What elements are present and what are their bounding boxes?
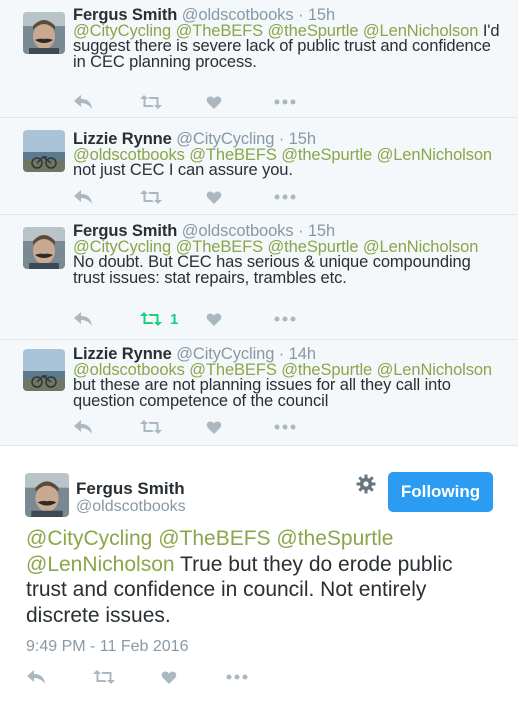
- mention-link[interactable]: @CityCycling: [26, 527, 152, 550]
- tweet-text: but these are not planning issues for al…: [73, 376, 451, 410]
- heart-icon[interactable]: [161, 667, 177, 687]
- heart-icon[interactable]: [206, 92, 222, 112]
- mention-link[interactable]: @LenNicholson: [26, 553, 175, 576]
- tweet-actions: [73, 92, 333, 112]
- retweet-icon[interactable]: [140, 187, 162, 207]
- tweet-actions: [73, 417, 333, 437]
- reply-content: Fergus Smith @oldscotbooks · 15h @CityCy…: [73, 223, 500, 287]
- more-dots-icon[interactable]: [274, 309, 296, 329]
- tweet-timestamp[interactable]: 9:49 PM - 11 Feb 2016: [26, 638, 188, 656]
- mention-link[interactable]: @theSpurtle: [281, 146, 372, 164]
- reply-arrow-icon[interactable]: [73, 417, 93, 437]
- retweet-count: 1: [170, 310, 179, 328]
- avatar-fergus-smith[interactable]: [23, 12, 65, 54]
- tweet-text-block: @CityCycling @TheBEFS @theSpurtle @LenNi…: [26, 526, 496, 628]
- main-tweet: Fergus Smith @oldscotbooks Following @Ci…: [0, 446, 518, 710]
- reply-tweet-2[interactable]: Lizzie Rynne @CityCycling · 15h @oldscot…: [0, 118, 518, 215]
- avatar-fergus-smith[interactable]: [25, 473, 69, 517]
- more-dots-icon[interactable]: [274, 417, 296, 437]
- reply-tweet-4[interactable]: Lizzie Rynne @CityCycling · 14h @oldscot…: [0, 340, 518, 446]
- reply-arrow-icon[interactable]: [73, 92, 93, 112]
- reply-content: Lizzie Rynne @CityCycling · 14h @oldscot…: [73, 346, 500, 410]
- more-dots-icon[interactable]: [226, 667, 248, 687]
- following-button[interactable]: Following: [388, 472, 493, 512]
- retweet-icon[interactable]: [140, 417, 162, 437]
- reply-arrow-icon[interactable]: [73, 309, 93, 329]
- reply-content: Lizzie Rynne @CityCycling · 15h @oldscot…: [73, 131, 500, 179]
- retweet-icon: [140, 312, 162, 326]
- tweet-actions: [73, 187, 333, 207]
- avatar-lizzie-rynne[interactable]: [23, 349, 65, 391]
- tweet-actions: 1: [73, 309, 333, 329]
- retweet-button-active[interactable]: 1: [140, 309, 178, 329]
- tweet-text: No doubt. But CEC has serious & unique c…: [73, 253, 471, 287]
- mention-link[interactable]: @LenNicholson: [377, 146, 493, 164]
- heart-icon[interactable]: [206, 309, 222, 329]
- reply-arrow-icon[interactable]: [26, 667, 46, 687]
- gear-icon[interactable]: [356, 474, 376, 499]
- more-dots-icon[interactable]: [274, 187, 296, 207]
- mention-link[interactable]: @TheBEFS: [158, 527, 270, 550]
- reply-arrow-icon[interactable]: [73, 187, 93, 207]
- heart-icon[interactable]: [206, 187, 222, 207]
- reply-tweet-3[interactable]: Fergus Smith @oldscotbooks · 15h @CityCy…: [0, 215, 518, 340]
- heart-icon[interactable]: [206, 417, 222, 437]
- mention-link[interactable]: @theSpurtle: [276, 527, 393, 550]
- tweet-actions: [26, 667, 286, 687]
- reply-tweet-1[interactable]: Fergus Smith @oldscotbooks · 15h @CityCy…: [0, 0, 518, 118]
- avatar-lizzie-rynne[interactable]: [23, 130, 65, 172]
- author-handle[interactable]: @oldscotbooks: [76, 498, 186, 516]
- retweet-icon[interactable]: [93, 667, 115, 687]
- more-dots-icon[interactable]: [274, 92, 296, 112]
- tweet-text: not just CEC I can assure you.: [73, 161, 293, 179]
- reply-content: Fergus Smith @oldscotbooks · 15h @CityCy…: [73, 7, 500, 70]
- avatar-fergus-smith[interactable]: [23, 227, 65, 269]
- author-name[interactable]: Fergus Smith: [76, 479, 185, 499]
- retweet-icon[interactable]: [140, 92, 162, 112]
